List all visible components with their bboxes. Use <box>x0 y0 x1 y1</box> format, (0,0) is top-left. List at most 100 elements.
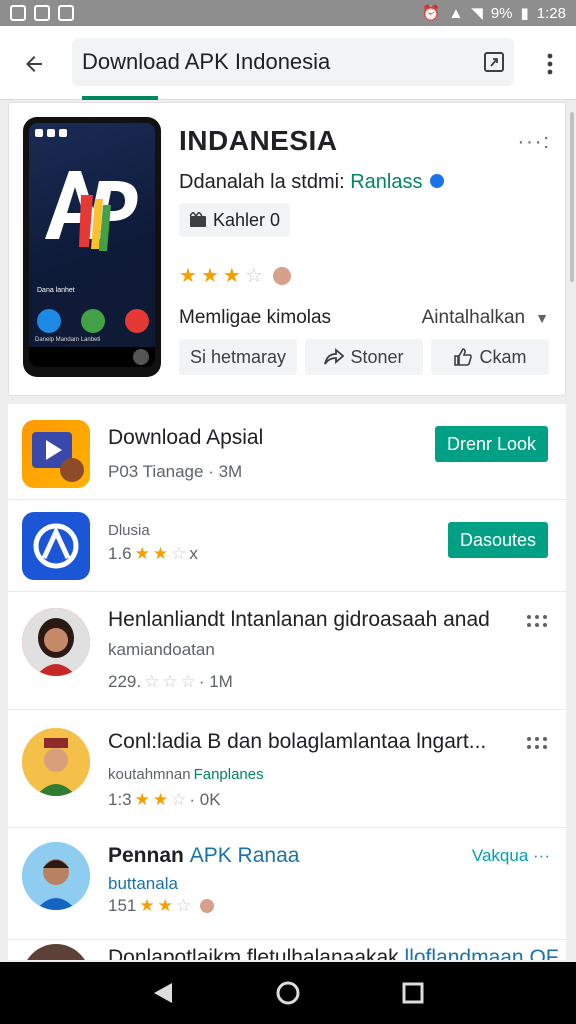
notification-icons <box>10 5 74 21</box>
badge-icon <box>200 899 215 913</box>
update-row[interactable]: Memligae kimolas Aintalhalkan ▼ <box>179 307 549 329</box>
app-line2: buttanala <box>108 874 178 893</box>
developer-link[interactable]: Ranlass <box>350 171 422 193</box>
nav-back-button[interactable] <box>143 973 183 1013</box>
thumb-up-icon <box>454 348 473 366</box>
app-rating-row: 1.6 ★ ★ ☆ x <box>108 544 198 563</box>
share-icon <box>324 348 345 365</box>
image-icon <box>58 5 74 21</box>
more-vert-icon <box>547 53 553 75</box>
app-title: Dlusia <box>108 522 150 539</box>
avatar <box>22 842 90 910</box>
list-item[interactable]: Download Apsial P03 Tianage · 3M Drenr L… <box>8 404 566 500</box>
avatar <box>22 944 90 960</box>
star-empty-icon: ☆ <box>162 672 178 691</box>
app-icon <box>22 512 90 580</box>
tab-switcher-icon[interactable] <box>482 50 506 74</box>
developer-row: Ddanalah la stdmi: Ranlass <box>179 171 445 194</box>
star-empty-icon: ☆ <box>171 544 187 563</box>
list-item[interactable]: Pennan APK Ranaa buttanala 151 ★ ★ ☆ Vak… <box>8 828 566 940</box>
star-icon: ★ <box>222 265 241 287</box>
circle-home-icon <box>276 981 300 1005</box>
more-options-icon[interactable] <box>526 610 548 632</box>
avatar <box>22 608 90 676</box>
alarm-icon: ⏰ <box>421 5 441 22</box>
star-icon: ★ <box>134 790 150 809</box>
featured-app-title[interactable]: INDANESIA <box>179 125 338 157</box>
video-icon <box>125 309 149 333</box>
chip-label: Kahler 0 <box>213 209 281 230</box>
nav-home-button[interactable] <box>268 973 308 1013</box>
star-empty-icon: ☆ <box>244 265 263 287</box>
app-circle-icon <box>37 309 61 333</box>
app-rating-row: 1:3 ★ ★ ☆ · 0K <box>108 790 221 809</box>
app-title: Pennan APK Ranaa <box>108 844 300 867</box>
list-item[interactable]: Donlapotlaikm fletulhalanaakak lloflandm… <box>8 940 566 960</box>
notification-icon <box>34 5 50 21</box>
app-line2: koutahmnan Fanplanes <box>108 766 264 783</box>
search-query[interactable]: Download APK Indonesia <box>82 49 330 75</box>
star-empty-icon: ☆ <box>175 896 192 915</box>
star-empty-icon: ☆ <box>144 672 160 691</box>
wifi-icon: ◥ <box>471 5 483 22</box>
list-item[interactable]: Henlanliandt lntanlanan gidroasaah anad … <box>8 592 566 710</box>
list-item[interactable]: Dlusia 1.6 ★ ★ ☆ x Dasoutes <box>8 500 566 592</box>
external-link[interactable]: Vakqua ··· <box>472 846 550 866</box>
overflow-menu-button[interactable] <box>538 48 562 80</box>
action-button-1[interactable]: Si hetmaray <box>179 339 297 375</box>
clock: 1:28 <box>536 4 566 22</box>
nav-recents-button[interactable] <box>393 973 433 1013</box>
update-value: Aintalhalkan <box>421 307 526 328</box>
more-options-icon[interactable]: ···: <box>517 131 551 154</box>
battery-icon: ▮ <box>520 5 529 22</box>
developer-link[interactable]: Fanplanes <box>194 766 264 783</box>
triangle-back-icon <box>153 983 172 1003</box>
more-options-icon[interactable] <box>526 732 548 754</box>
like-button[interactable]: Ckam <box>431 339 549 375</box>
notification-icon <box>10 5 26 21</box>
star-icon: ★ <box>139 896 155 915</box>
featured-app-card[interactable]: Dana lanhet Danelp Mandam Lanbeti INDANE… <box>8 102 566 396</box>
title-link[interactable]: APK Ranaa <box>190 844 300 867</box>
app-rating-row: 151 ★ ★ ☆ <box>108 896 215 916</box>
ap-logo-icon <box>45 171 138 251</box>
back-button[interactable] <box>16 46 52 82</box>
list-item[interactable]: Conl:ladia B dan bolaglamlantaa lngart..… <box>8 710 566 828</box>
star-icon: ★ <box>200 265 219 287</box>
content-rating-chip[interactable]: Kahler 0 <box>179 203 291 237</box>
action-row: Si hetmaray Stoner Ckam <box>179 339 549 375</box>
star-icon: ★ <box>152 544 169 563</box>
app-rating-row: 229. ☆ ☆ ☆ · 1M <box>108 672 233 691</box>
scrollbar[interactable] <box>570 112 574 282</box>
phone-status-icons <box>35 129 67 137</box>
phone-app-row <box>37 309 149 333</box>
active-tab-indicator <box>82 96 158 100</box>
phone-nav-bar <box>29 347 155 367</box>
badge-icon <box>272 266 291 285</box>
app-subtitle: P03 Tianage · 3M <box>108 462 243 481</box>
status-bar: ⏰ ▲ ◥ 9% ▮ 1:28 <box>0 0 576 26</box>
app-title: Download Apsial <box>108 426 264 449</box>
arrow-left-icon <box>26 56 42 72</box>
app-title: Donlapotlaikm fletulhalanaakak lloflandm… <box>108 946 559 960</box>
title-link[interactable]: lloflandmaan OF <box>405 946 559 960</box>
chevron-down-icon[interactable]: ▼ <box>535 310 549 326</box>
avatar <box>22 728 90 796</box>
screen: ⏰ ▲ ◥ 9% ▮ 1:28 Download APK Indonesia D… <box>0 0 576 1024</box>
search-box[interactable]: Download APK Indonesia <box>72 38 514 86</box>
app-screenshot-phone[interactable]: Dana lanhet Danelp Mandam Lanbeti <box>23 117 161 377</box>
star-icon: ★ <box>157 896 173 915</box>
star-icon: ★ <box>134 544 150 563</box>
rating-stars: ★ ★ ★ ☆ <box>179 263 291 288</box>
app-list: Download Apsial P03 Tianage · 3M Drenr L… <box>8 404 566 960</box>
share-button[interactable]: Stoner <box>305 339 423 375</box>
phone-screen: Dana lanhet Danelp Mandam Lanbeti <box>29 123 155 367</box>
phone-app-labels: Danelp Mandam Lanbeti <box>35 337 101 343</box>
system-nav-bar <box>0 962 576 1024</box>
update-label: Memligae kimolas <box>179 307 332 328</box>
phone-caption: Dana lanhet <box>37 287 75 294</box>
download-button[interactable]: Dasoutes <box>447 522 548 558</box>
system-indicators: ⏰ ▲ ◥ 9% ▮ 1:28 <box>421 4 566 23</box>
download-button[interactable]: Drenr Look <box>434 426 548 462</box>
app-title: Henlanliandt lntanlanan gidroasaah anad <box>108 608 490 631</box>
